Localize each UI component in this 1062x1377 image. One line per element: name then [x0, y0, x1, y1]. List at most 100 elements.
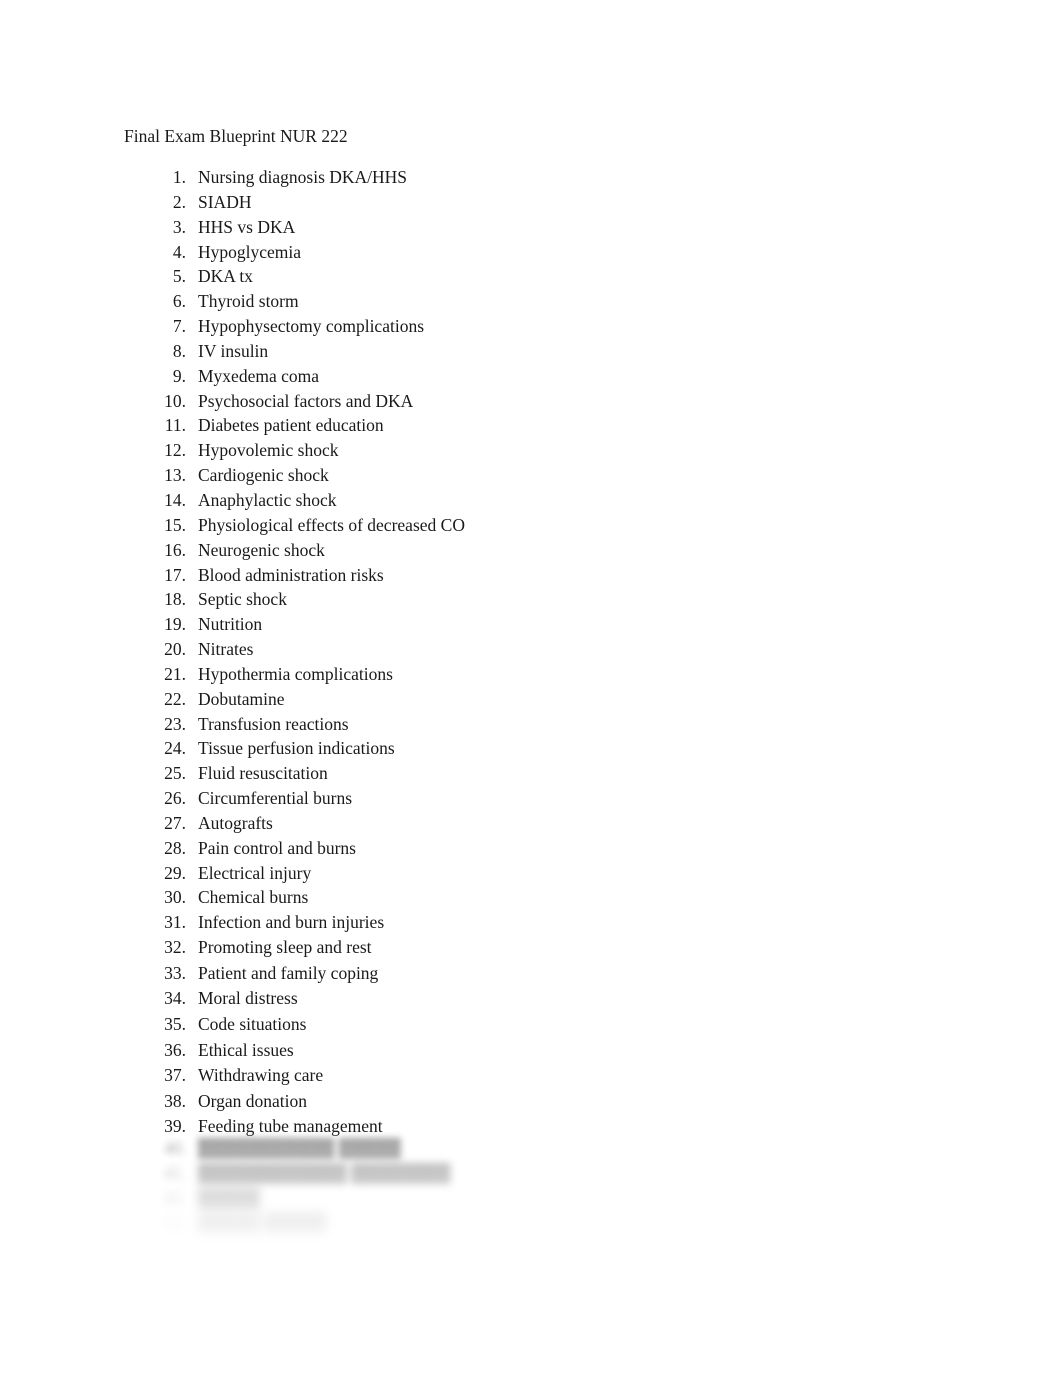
list-item-label: Thyroid storm: [198, 291, 299, 312]
list-item-number: 30.: [164, 887, 186, 908]
obscured-list-item-label: █████: [198, 1187, 260, 1208]
list-item: 37. Withdrawing care: [124, 1063, 904, 1089]
obscured-list-item: 42. █████: [124, 1186, 904, 1211]
list-item-number: 28.: [164, 837, 186, 858]
list-item-number: 34.: [164, 988, 186, 1009]
list-item: 19. Nutrition: [124, 612, 904, 637]
list-item: 3. HHS vs DKA: [124, 215, 904, 240]
list-item-number: 10.: [164, 390, 186, 411]
list-item-number: 2.: [172, 191, 186, 212]
list-item: 29. Electrical injury: [124, 861, 904, 886]
list-item-number: 33.: [164, 962, 186, 983]
list-item-label: Infection and burn injuries: [198, 912, 385, 933]
list-item-label: Autografts: [198, 812, 273, 833]
list-item: 21. Hypothermia complications: [124, 662, 904, 687]
list-item-label: Circumferential burns: [198, 788, 353, 809]
list-item: 4. Hypoglycemia: [124, 240, 904, 265]
list-item: 14. Anaphylactic shock: [124, 488, 904, 513]
list-item-number: 9.: [172, 365, 186, 386]
list-item: 24. Tissue perfusion indications: [124, 736, 904, 761]
list-item-number: 26.: [164, 788, 186, 809]
list-item-number: 14.: [164, 489, 186, 510]
document-page: Final Exam Blueprint NUR 222 1. Nursing d…: [0, 0, 1062, 1377]
list-item-label: Blood administration risks: [198, 564, 384, 585]
list-item: 26. Circumferential burns: [124, 786, 904, 811]
obscured-list-item-number: 41.: [164, 1162, 186, 1183]
list-item-number: 5.: [172, 266, 186, 287]
list-item-number: 23.: [164, 713, 186, 734]
obscured-list-item-label: █████ █████: [198, 1212, 327, 1233]
obscured-list-item: 40. ███████████ █████: [124, 1136, 904, 1161]
list-item-label: Ethical issues: [198, 1039, 294, 1060]
list-item-label: Cardiogenic shock: [198, 465, 329, 486]
list-item: 17. Blood administration risks: [124, 563, 904, 588]
list-item-number: 19.: [164, 614, 186, 635]
list-item-label: Psychosocial factors and DKA: [198, 390, 414, 411]
list-item-label: Nitrates: [198, 639, 254, 660]
list-item: 38. Organ donation: [124, 1089, 904, 1115]
list-item: 10. Psychosocial factors and DKA: [124, 389, 904, 414]
list-item-number: 12.: [164, 440, 186, 461]
list-item: 25. Fluid resuscitation: [124, 761, 904, 786]
obscured-list-item-number: 40.: [164, 1138, 186, 1158]
list-item: 30. Chemical burns: [124, 885, 904, 910]
obscured-list-item-number: 42.: [164, 1187, 186, 1208]
list-item: 6. Thyroid storm: [124, 289, 904, 314]
list-item: 11. Diabetes patient education: [124, 413, 904, 438]
list-item-number: 17.: [164, 564, 186, 585]
list-item: 33. Patient and family coping: [124, 961, 904, 987]
list-item-number: 6.: [172, 291, 186, 312]
list-item: 5. DKA tx: [124, 264, 904, 289]
list-item: 12. Hypovolemic shock: [124, 438, 904, 463]
list-item-number: 32.: [164, 937, 186, 958]
list-item-number: 27.: [164, 812, 186, 833]
list-item-number: 13.: [164, 465, 186, 486]
list-item-number: 4.: [172, 241, 186, 262]
list-item-number: 35.: [164, 1013, 186, 1034]
list-item-label: IV insulin: [198, 340, 269, 361]
list-item-label: Withdrawing care: [198, 1065, 324, 1086]
list-item: 23. Transfusion reactions: [124, 712, 904, 737]
list-item: 9. Myxedema coma: [124, 364, 904, 389]
list-item: 22. Dobutamine: [124, 687, 904, 712]
list-item-label: SIADH: [198, 191, 252, 212]
list-item-number: 15.: [164, 514, 186, 535]
obscured-list-item: 41. ████████████ ████████: [124, 1161, 904, 1186]
list-item-number: 20.: [164, 639, 186, 660]
list-item-label: Electrical injury: [198, 862, 312, 883]
list-item: 32. Promoting sleep and rest: [124, 935, 904, 961]
obscured-list-item-label: ████████████ ████████: [198, 1162, 451, 1183]
list-item-label: Tissue perfusion indications: [198, 738, 395, 759]
list-item-label: Anaphylactic shock: [198, 489, 337, 510]
list-item-label: Fluid resuscitation: [198, 763, 328, 784]
list-item: 2. SIADH: [124, 190, 904, 215]
list-item-label: Promoting sleep and rest: [198, 937, 372, 958]
list-item-label: Diabetes patient education: [198, 415, 384, 436]
list-item-number: 25.: [164, 763, 186, 784]
list-item-number: 7.: [172, 316, 186, 337]
list-item-number: 36.: [164, 1039, 186, 1060]
obscured-list-item-label: ███████████ █████: [198, 1138, 401, 1158]
list-item-label: Moral distress: [198, 988, 298, 1009]
obscured-list-item: 43. █████ █████: [124, 1211, 904, 1236]
list-item-number: 29.: [164, 862, 186, 883]
list-item: 13. Cardiogenic shock: [124, 463, 904, 488]
list-item-label: HHS vs DKA: [198, 216, 296, 237]
list-item: 18. Septic shock: [124, 587, 904, 612]
list-item-label: Code situations: [198, 1013, 307, 1034]
list-item-number: 22.: [164, 688, 186, 709]
list-item-number: 38.: [164, 1090, 186, 1111]
list-item-number: 8.: [172, 340, 186, 361]
list-item-number: 3.: [172, 216, 186, 237]
list-item-number: 31.: [164, 912, 186, 933]
list-item: 1. Nursing diagnosis DKA/HHS: [124, 165, 904, 190]
list-item-label: Nutrition: [198, 614, 263, 635]
list-item-label: Physiological effects of decreased CO: [198, 514, 465, 535]
list-item-label: Hypovolemic shock: [198, 440, 339, 461]
list-item-label: Septic shock: [198, 589, 287, 610]
list-item-label: Organ donation: [198, 1090, 308, 1111]
list-item-number: 24.: [164, 738, 186, 759]
list-item: 7. Hypophysectomy complications: [124, 314, 904, 339]
list-item-label: Dobutamine: [198, 688, 285, 709]
list-item-label: Neurogenic shock: [198, 539, 325, 560]
